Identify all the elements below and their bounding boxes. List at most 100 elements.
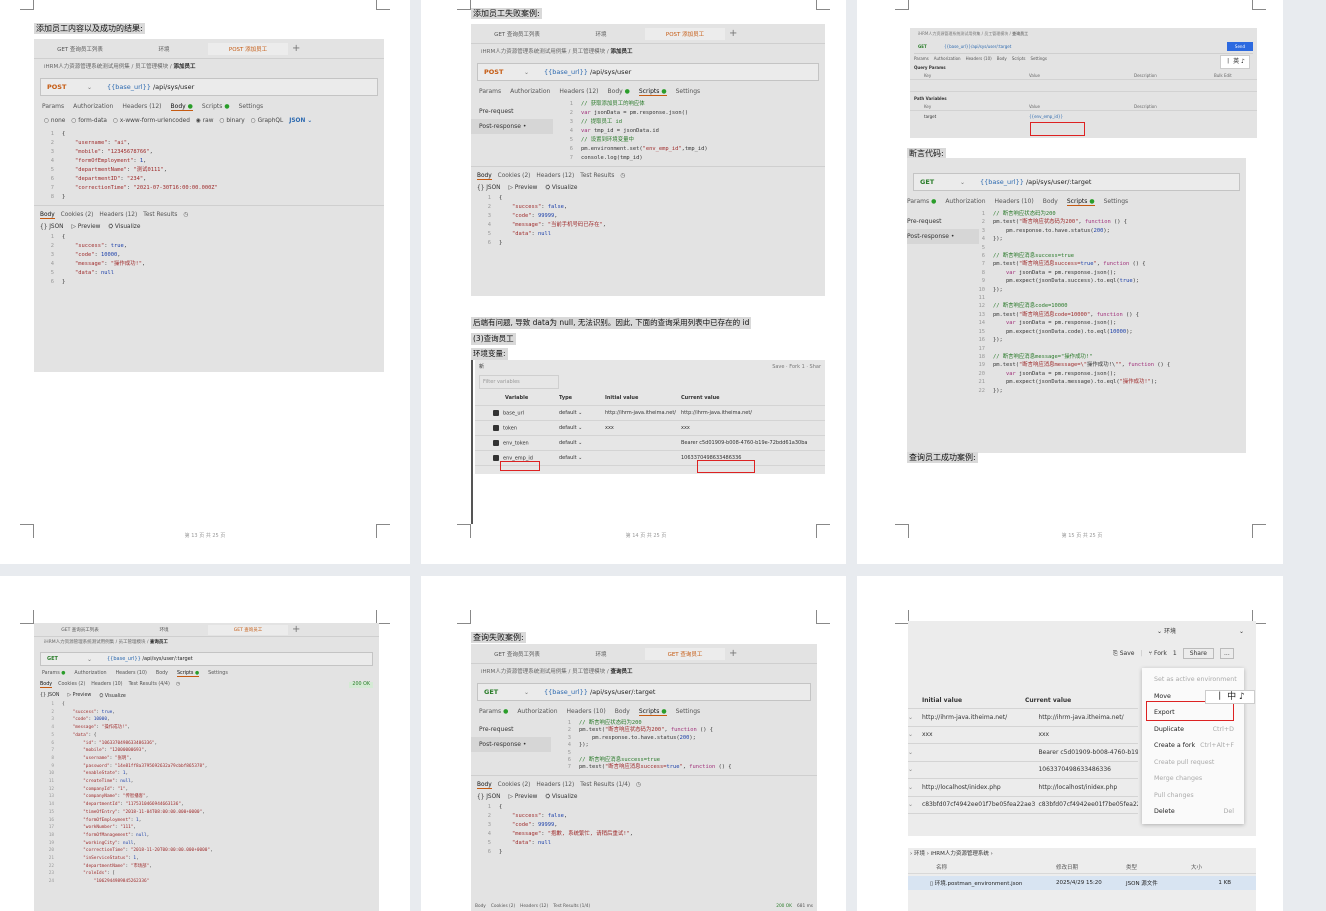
tab-params[interactable]: Params ● [479, 708, 508, 716]
history-icon[interactable]: ◷ [183, 212, 188, 219]
table-row[interactable]: ⌄ 1063370498633486336 [908, 762, 1138, 779]
chevron-down-icon[interactable]: ⌄ [87, 656, 99, 663]
ime-toolbar[interactable]: 丨 中 ♪ [1205, 690, 1255, 704]
table-row[interactable]: ⌄ http://localhost/inidex.php http://local… [908, 779, 1138, 797]
visualize-button[interactable]: ⛭ Visualize [545, 794, 577, 801]
tab-environment[interactable]: 环境 [561, 648, 641, 660]
tab-authorization[interactable]: Authorization [74, 671, 106, 677]
tab-authorization[interactable]: Authorization [517, 708, 557, 716]
filter-input[interactable]: Filter variables [479, 375, 559, 389]
tab-headers[interactable]: Headers (10) [116, 671, 147, 677]
preview-button[interactable]: ▷ Preview [67, 693, 91, 699]
resp-tab-headers[interactable]: Headers (12) [536, 782, 574, 789]
tab-authorization[interactable]: Authorization [945, 198, 985, 206]
table-row[interactable]: ⌄ xxx xxx [908, 727, 1138, 744]
share-button[interactable]: Share [1182, 648, 1215, 659]
method-select[interactable]: GET [41, 656, 87, 662]
method-select[interactable]: GET [914, 44, 944, 49]
tab-query-employee[interactable]: GET 查询员工 [645, 647, 725, 660]
json-format-select[interactable]: {} JSON [40, 693, 59, 699]
resp-tab-tests[interactable]: Test Results [580, 173, 614, 180]
chevron-down-icon[interactable]: ⌄ [960, 179, 972, 186]
url-input[interactable]: {{base_url}} /api/sys/user/:target [536, 688, 655, 696]
checkbox-icon[interactable] [493, 424, 499, 431]
url-bar[interactable]: POST ⌄ {{base_url}} /api/sys/user [477, 63, 819, 81]
tab-params[interactable]: Params [479, 88, 501, 96]
radio-urlencoded[interactable]: ○ x-www-form-urlencoded [113, 118, 190, 124]
tab-settings[interactable]: Settings [676, 88, 701, 96]
radio-binary[interactable]: ○ binary [219, 118, 244, 124]
fork-button[interactable]: ⑂ Fork [1148, 650, 1166, 657]
tab-employee-list[interactable]: GET 查询员工列表 [40, 43, 120, 55]
table-row[interactable]: env_token default ⌄ Bearer c5d01909-b008-4… [475, 436, 825, 451]
tab-scripts[interactable]: Scripts ● [202, 103, 230, 111]
tab-environment[interactable]: 环境 [124, 43, 204, 55]
resp-tab-tests[interactable]: Test Results (1/4) [580, 782, 630, 789]
script-editor[interactable]: 1// 断言响应状态码为200 2 pm.test("断言响应状态码为200", f… [551, 720, 732, 772]
save-button[interactable]: Save [772, 364, 784, 370]
tab-headers[interactable]: Headers (10) [995, 198, 1034, 206]
visualize-button[interactable]: ⛭ Visualize [545, 185, 577, 192]
tab-environment[interactable]: 环境 [561, 28, 641, 40]
file-row[interactable]: ▯ 环境.postman_environment.json 2025/4/29 … [908, 876, 1256, 890]
post-response-tab[interactable]: Post-response • [471, 737, 551, 752]
method-select[interactable]: POST [41, 83, 87, 91]
tab-add-employee[interactable]: POST 添加员工 [645, 27, 725, 40]
tab-scripts[interactable]: Scripts ● [638, 88, 667, 96]
checkbox-icon[interactable] [493, 409, 499, 416]
checkbox-icon[interactable] [493, 454, 499, 461]
tab-settings[interactable]: Settings [208, 671, 228, 677]
tab-settings[interactable]: Settings [1104, 198, 1129, 206]
share-button[interactable]: Shar [810, 364, 821, 370]
tab-authorization[interactable]: Authorization [510, 88, 550, 96]
plus-icon[interactable]: + [292, 43, 300, 54]
url-input[interactable]: {{base_url}} /api/sys/user [99, 83, 194, 91]
fork-button[interactable]: Fork [789, 364, 800, 370]
preview-button[interactable]: ▷ Preview [509, 794, 538, 801]
tab-headers[interactable]: Headers (12) [122, 103, 161, 111]
json-format-select[interactable]: {} JSON [40, 224, 64, 231]
save-button[interactable]: ⎘ Save [1113, 650, 1134, 658]
script-editor[interactable]: 1// 断言响应状态码为200 2 pm.test("断言响应状态码为200", f… [971, 210, 1171, 395]
pre-request-tab[interactable]: Pre-request [907, 214, 979, 229]
tab-employee-list[interactable]: GET 查询员工列表 [477, 28, 557, 40]
resp-tab-cookies[interactable]: Cookies (2) [61, 212, 94, 219]
resp-tab-tests[interactable]: Test Results [143, 212, 177, 219]
tab-employee-list[interactable]: GET 查询员工列表 [477, 648, 557, 660]
script-editor[interactable]: 1// 获取添加员工的响应体 2 var jsonData = pm.respons… [553, 100, 708, 163]
tab-body[interactable]: Body [1043, 198, 1058, 206]
request-body-editor[interactable]: 1{2 "username": "ai", 3 "mobile": "123456… [34, 130, 384, 202]
resp-tab-headers[interactable]: Headers (12) [99, 212, 137, 219]
resp-tab-headers[interactable]: Headers (10) [91, 682, 122, 688]
tab-body[interactable]: Body [156, 671, 168, 677]
send-button[interactable]: Send [1226, 42, 1253, 51]
post-response-tab[interactable]: Post-response • [907, 229, 979, 244]
tab-query-employee[interactable]: GET 查询员工 [208, 624, 288, 635]
tab-environment[interactable]: 环境 [124, 625, 204, 635]
tab-params[interactable]: Params ● [42, 671, 65, 677]
visualize-button[interactable]: ⛭ Visualize [99, 693, 126, 699]
url-bar[interactable]: GET ⌄ {{base_url}} /api/sys/user/:target [40, 652, 373, 666]
tab-body[interactable]: Body [615, 708, 630, 716]
tab-scripts[interactable]: Scripts ● [177, 671, 200, 677]
chevron-down-icon[interactable]: ⌄ [524, 689, 536, 696]
chevron-down-icon[interactable]: ⌄ [87, 84, 99, 91]
method-select[interactable]: POST [478, 68, 524, 76]
plus-icon[interactable]: + [292, 624, 300, 635]
url-bar[interactable]: GET ⌄ {{base_url}} /api/sys/user/:target [477, 683, 811, 701]
ime-toolbar[interactable]: 丨 英 ♪ [1220, 55, 1250, 69]
table-row[interactable]: base_url default ⌄ http://ihrm-java.itheim… [475, 406, 825, 421]
pre-request-tab[interactable]: Pre-request [471, 104, 553, 119]
tab-scripts[interactable]: Scripts ● [1066, 198, 1095, 206]
method-select[interactable]: GET [914, 178, 960, 186]
url-input[interactable]: {{base_url}} /api/sys/user [536, 68, 631, 76]
more-button[interactable]: ... [1220, 648, 1234, 659]
preview-button[interactable]: ▷ Preview [72, 224, 101, 231]
menu-item-delete[interactable]: Delete Del [1142, 804, 1244, 821]
table-row[interactable]: token default ⌄ xxx xxx [475, 421, 825, 436]
resp-tab-body[interactable]: Body [477, 782, 492, 789]
tab-settings[interactable]: Settings [239, 103, 264, 111]
url-input[interactable]: {{base_url}} /api/sys/user/:target [972, 178, 1091, 186]
tab-scripts[interactable]: Scripts ● [638, 708, 667, 716]
resp-tab-cookies[interactable]: Cookies (2) [58, 682, 85, 688]
